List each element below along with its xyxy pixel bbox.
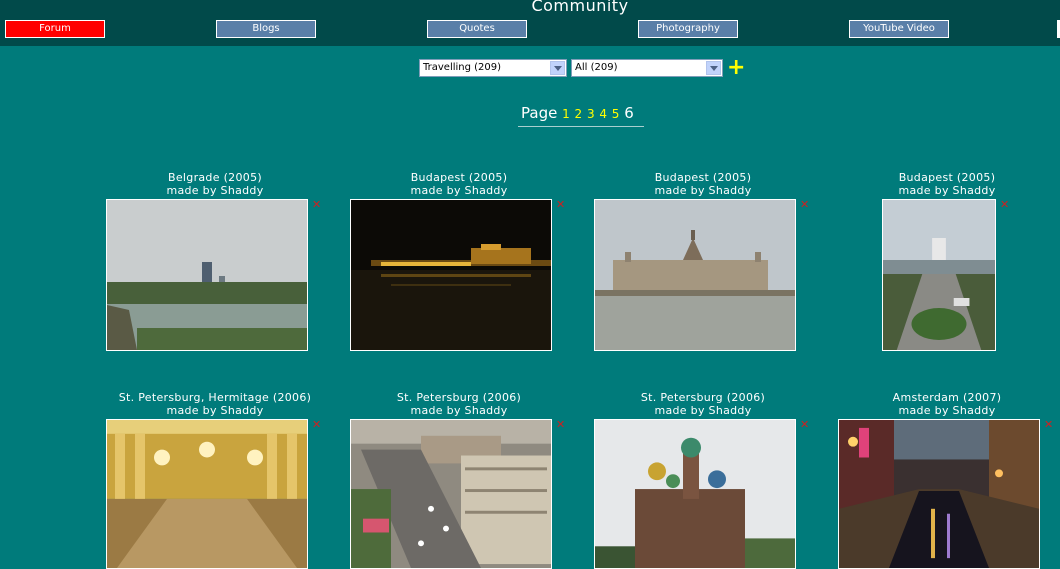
photo-thumbnail[interactable] xyxy=(350,419,552,569)
delete-photo-button[interactable]: ✕ xyxy=(800,199,809,210)
nav-quotes[interactable]: Quotes xyxy=(427,20,527,38)
photo-thumbnail[interactable] xyxy=(594,199,796,351)
photo-thumbnail[interactable] xyxy=(594,419,796,569)
nav-photography[interactable]: Photography xyxy=(638,20,738,38)
photo-author: made by Shaddy xyxy=(166,404,264,417)
photo-title: St. Petersburg (2006) xyxy=(396,391,522,404)
photo-author: made by Shaddy xyxy=(654,404,752,417)
site-title: Community xyxy=(531,0,629,15)
category-select[interactable]: Travelling (209) xyxy=(419,59,567,77)
delete-photo-button[interactable]: ✕ xyxy=(312,419,321,430)
plus-icon[interactable]: + xyxy=(727,56,745,80)
category-select-value: Travelling (209) xyxy=(423,62,502,73)
photo-author: made by Shaddy xyxy=(898,404,996,417)
nav-youtube-video[interactable]: YouTube Video xyxy=(849,20,949,38)
photo-thumbnail[interactable] xyxy=(106,199,308,351)
subfilter-select-value: All (209) xyxy=(575,62,618,73)
photo-title: Budapest (2005) xyxy=(654,171,752,184)
delete-photo-button[interactable]: ✕ xyxy=(556,419,565,430)
photo-author: made by Shaddy xyxy=(898,184,996,197)
subfilter-select[interactable]: All (209) xyxy=(571,59,723,77)
nav-forum[interactable]: Forum xyxy=(5,20,105,38)
photo-thumbnail[interactable] xyxy=(838,419,1040,569)
header-bar: Community Forum Blogs Quotes Photography… xyxy=(0,0,1060,46)
page-link-2[interactable]: 2 xyxy=(575,107,583,121)
photo-thumbnail[interactable] xyxy=(350,199,552,351)
photo-thumbnail[interactable] xyxy=(882,199,996,351)
nav-blogs[interactable]: Blogs xyxy=(216,20,316,38)
photo-thumbnail[interactable] xyxy=(106,419,308,569)
photo-title: Amsterdam (2007) xyxy=(892,391,1002,404)
photo-title: Belgrade (2005) xyxy=(168,171,262,184)
page-link-5[interactable]: 5 xyxy=(612,107,620,121)
pagination: Page 1 2 3 4 5 6 xyxy=(518,104,644,127)
delete-photo-button[interactable]: ✕ xyxy=(1044,419,1053,430)
photo-author: made by Shaddy xyxy=(410,404,508,417)
photo-author: made by Shaddy xyxy=(410,184,508,197)
page-link-3[interactable]: 3 xyxy=(587,107,595,121)
delete-photo-button[interactable]: ✕ xyxy=(556,199,565,210)
photo-author: made by Shaddy xyxy=(654,184,752,197)
photo-author: made by Shaddy xyxy=(166,184,264,197)
page-current: 6 xyxy=(624,104,634,122)
photo-title: Budapest (2005) xyxy=(410,171,508,184)
page-label: Page xyxy=(521,104,558,122)
photo-title: Budapest (2005) xyxy=(898,171,996,184)
delete-photo-button[interactable]: ✕ xyxy=(312,199,321,210)
chevron-down-icon[interactable] xyxy=(706,61,721,75)
page-link-4[interactable]: 4 xyxy=(599,107,607,121)
page-link-1[interactable]: 1 xyxy=(562,107,570,121)
photo-title: St. Petersburg, Hermitage (2006) xyxy=(118,391,312,404)
chevron-down-icon[interactable] xyxy=(550,61,565,75)
delete-photo-button[interactable]: ✕ xyxy=(800,419,809,430)
photo-title: St. Petersburg (2006) xyxy=(640,391,766,404)
delete-photo-button[interactable]: ✕ xyxy=(1000,199,1009,210)
